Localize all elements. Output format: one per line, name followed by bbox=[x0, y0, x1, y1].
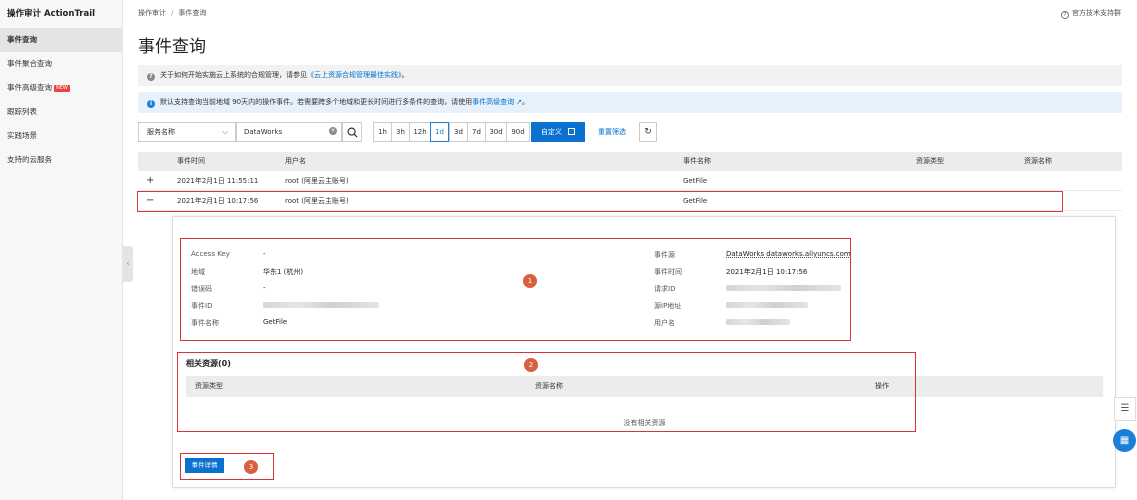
time-button-90d[interactable]: 90d bbox=[506, 122, 530, 142]
refresh-icon: ↻ bbox=[644, 127, 652, 137]
annotation-badge: 3 bbox=[244, 460, 258, 474]
service-value-input[interactable]: DataWorks × bbox=[236, 122, 342, 142]
time-button-1h[interactable]: 1h bbox=[373, 122, 392, 142]
sidebar-item-label: 事件查询 bbox=[7, 35, 37, 44]
sidebar-item-label: 实践场景 bbox=[7, 131, 37, 140]
highlight-box-details-button bbox=[180, 453, 274, 480]
column-header: 事件时间 bbox=[177, 157, 205, 165]
breadcrumb-current: 事件查询 bbox=[178, 9, 207, 17]
feedback-button[interactable]: ☰ bbox=[1114, 397, 1136, 421]
time-button-1d[interactable]: 1d bbox=[430, 122, 449, 142]
service-input-value: DataWorks bbox=[244, 128, 283, 136]
calendar-icon bbox=[568, 128, 576, 135]
time-button-3d[interactable]: 3d bbox=[449, 122, 468, 142]
advanced-query-link[interactable]: 事件高级查询 bbox=[472, 98, 514, 106]
sidebar-item-advanced-query[interactable]: 事件高级查询 NEW bbox=[0, 76, 122, 100]
expand-icon[interactable]: + bbox=[146, 171, 154, 191]
username-cell: root (阿里云主账号) bbox=[285, 177, 349, 185]
breadcrumb-root[interactable]: 操作审计 bbox=[138, 9, 166, 17]
time-button-7d[interactable]: 7d bbox=[467, 122, 486, 142]
breadcrumb-separator: / bbox=[171, 9, 174, 17]
column-header: 事件名称 bbox=[683, 157, 711, 165]
grid-icon: ▦ bbox=[1119, 435, 1130, 446]
sidebar: 操作审计 ActionTrail 事件查询 事件聚合查询 事件高级查询 NEW 跟… bbox=[0, 0, 123, 500]
best-practice-link[interactable]: 《云上资源合规管理最佳实践》 bbox=[307, 71, 402, 79]
sidebar-item-label: 事件高级查询 bbox=[7, 83, 52, 92]
search-icon bbox=[347, 127, 358, 138]
sidebar-item-supported-services[interactable]: 支持的云服务 bbox=[0, 148, 122, 172]
clear-icon[interactable]: × bbox=[329, 127, 337, 135]
event-time-cell: 2021年2月1日 11:55:11 bbox=[177, 177, 259, 185]
sidebar-item-trail-list[interactable]: 跟踪列表 bbox=[0, 100, 122, 124]
annotation-badge: 1 bbox=[523, 274, 537, 288]
chevron-left-icon: ‹ bbox=[126, 259, 130, 269]
reset-filters-link[interactable]: 重置筛选 bbox=[598, 127, 626, 137]
question-circle-icon: ? bbox=[1061, 11, 1069, 19]
service-name-select[interactable]: 服务名称 ⌵ bbox=[138, 122, 236, 142]
column-header: 用户名 bbox=[285, 157, 306, 165]
column-header: 资源名称 bbox=[1024, 157, 1052, 165]
help-link[interactable]: ? 官方技术支持群 bbox=[1061, 8, 1121, 19]
sidebar-item-event-query[interactable]: 事件查询 bbox=[0, 28, 122, 52]
search-button[interactable] bbox=[342, 122, 362, 142]
refresh-button[interactable]: ↻ bbox=[639, 122, 657, 142]
sidebar-item-label: 跟踪列表 bbox=[7, 107, 37, 116]
highlight-box-related-resources bbox=[177, 352, 916, 432]
page-title: 事件查询 bbox=[138, 37, 206, 57]
sidebar-collapse-button[interactable]: ‹ bbox=[123, 246, 133, 282]
breadcrumb: 操作审计 / 事件查询 bbox=[138, 8, 206, 18]
sidebar-title: 操作审计 ActionTrail bbox=[7, 9, 96, 19]
compliance-notice: ? 关于如何开始实施云上系统的合规管理，请参见《云上资源合规管理最佳实践》。 bbox=[138, 65, 1122, 86]
highlight-box-row bbox=[137, 191, 1063, 212]
notice-suffix: 。 bbox=[522, 98, 530, 106]
table-row[interactable]: + 2021年2月1日 11:55:11 root (阿里云主账号) GetFi… bbox=[138, 171, 1122, 191]
events-table-header: 事件时间 用户名 事件名称 资源类型 资源名称 bbox=[138, 152, 1122, 171]
column-header: 资源类型 bbox=[916, 157, 944, 165]
notice-text: 默认支持查询当前地域 90天内的操作事件。若需要跨多个地域和更长时间进行多条件的… bbox=[160, 98, 473, 106]
sidebar-item-label: 事件聚合查询 bbox=[7, 59, 52, 68]
time-button-3h[interactable]: 3h bbox=[391, 122, 410, 142]
sidebar-item-event-aggregate[interactable]: 事件聚合查询 bbox=[0, 52, 122, 76]
time-button-30d[interactable]: 30d bbox=[485, 122, 507, 142]
custom-time-label: 自定义 bbox=[540, 128, 562, 136]
notice-suffix: 。 bbox=[401, 71, 409, 79]
info-icon: i bbox=[147, 100, 155, 108]
highlight-box-event-info bbox=[180, 238, 851, 341]
chevron-down-icon: ⌵ bbox=[221, 127, 228, 136]
sidebar-item-label: 支持的云服务 bbox=[7, 155, 52, 164]
custom-time-button[interactable]: 自定义 bbox=[531, 122, 585, 142]
chat-icon: ☰ bbox=[1120, 403, 1130, 414]
event-name-cell: GetFile bbox=[683, 177, 708, 185]
query-range-notice: i 默认支持查询当前地域 90天内的操作事件。若需要跨多个地域和更长时间进行多条件… bbox=[138, 92, 1122, 113]
help-label: 官方技术支持群 bbox=[1072, 9, 1121, 17]
sidebar-item-scenarios[interactable]: 实践场景 bbox=[0, 124, 122, 148]
new-badge: NEW bbox=[54, 84, 70, 92]
apps-button[interactable]: ▦ bbox=[1113, 429, 1136, 452]
service-select-value: 服务名称 bbox=[147, 128, 175, 136]
time-button-12h[interactable]: 12h bbox=[409, 122, 431, 142]
notice-text: 关于如何开始实施云上系统的合规管理，请参见 bbox=[160, 71, 307, 79]
annotation-badge: 2 bbox=[524, 358, 538, 372]
question-circle-icon: ? bbox=[147, 73, 155, 81]
